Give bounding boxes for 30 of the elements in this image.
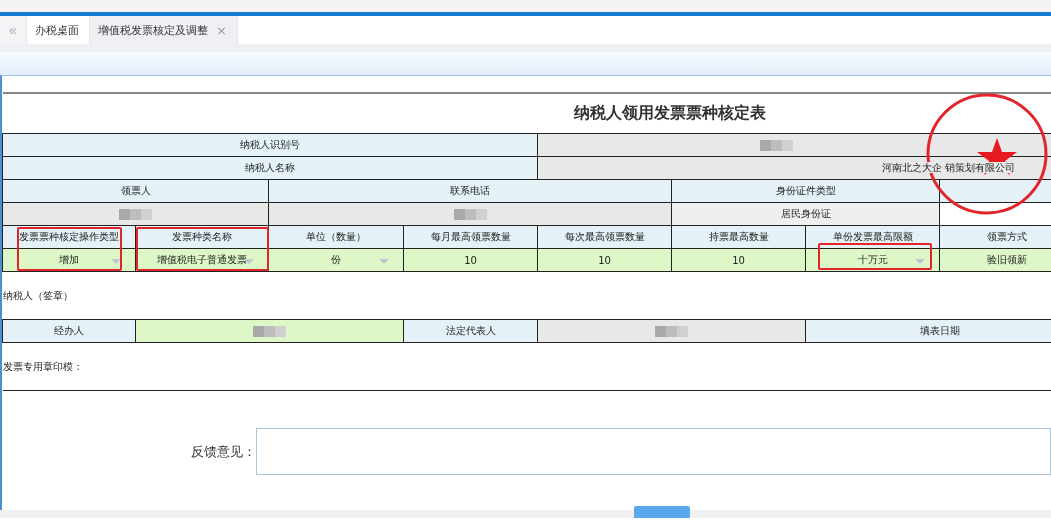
field-value: 河南北之大企 销策划有限公司 [881, 162, 1015, 173]
field-label: 联系电话 [268, 179, 672, 203]
field-label: 填表日期 [805, 319, 1051, 343]
dropdown-field[interactable]: 份 [268, 248, 404, 272]
field-value: 居民身份证 [671, 202, 940, 226]
table-cell: 验旧领新 [939, 248, 1051, 272]
field-label: 法定代表人 [403, 319, 538, 343]
field-label: 经办人 [2, 319, 136, 343]
field-label: 纳税人名称 [2, 156, 538, 180]
table-cell: 10 [537, 248, 672, 272]
seal-label: 发票专用章印模： [2, 360, 83, 372]
field-label: 领票人 [2, 179, 269, 203]
table-cell: 10 [403, 248, 538, 272]
column-header: 每月最高领票数量 [403, 225, 538, 249]
action-button[interactable] [634, 506, 690, 518]
field-label: 纳税人识别号 [2, 133, 538, 157]
caret-icon [915, 259, 925, 264]
feedback-field[interactable] [255, 428, 1051, 475]
caret-icon [111, 259, 121, 264]
feedback-label: 反馈意见： [189, 442, 256, 461]
column-header: 单位（数量） [268, 225, 404, 249]
column-header: 持票最高数量 [671, 225, 806, 249]
input-field[interactable] [135, 319, 404, 343]
column-header: 每次最高领票数量 [537, 225, 672, 249]
caret-icon [379, 259, 389, 264]
tab[interactable]: 增值税发票核定及调整 × [90, 16, 238, 44]
table-cell: 10 [671, 248, 806, 272]
column-header: 领票方式 [939, 225, 1051, 249]
signature-label: 纳税人（签章） [2, 289, 73, 301]
field-label: 身份证件类型 [671, 179, 940, 203]
